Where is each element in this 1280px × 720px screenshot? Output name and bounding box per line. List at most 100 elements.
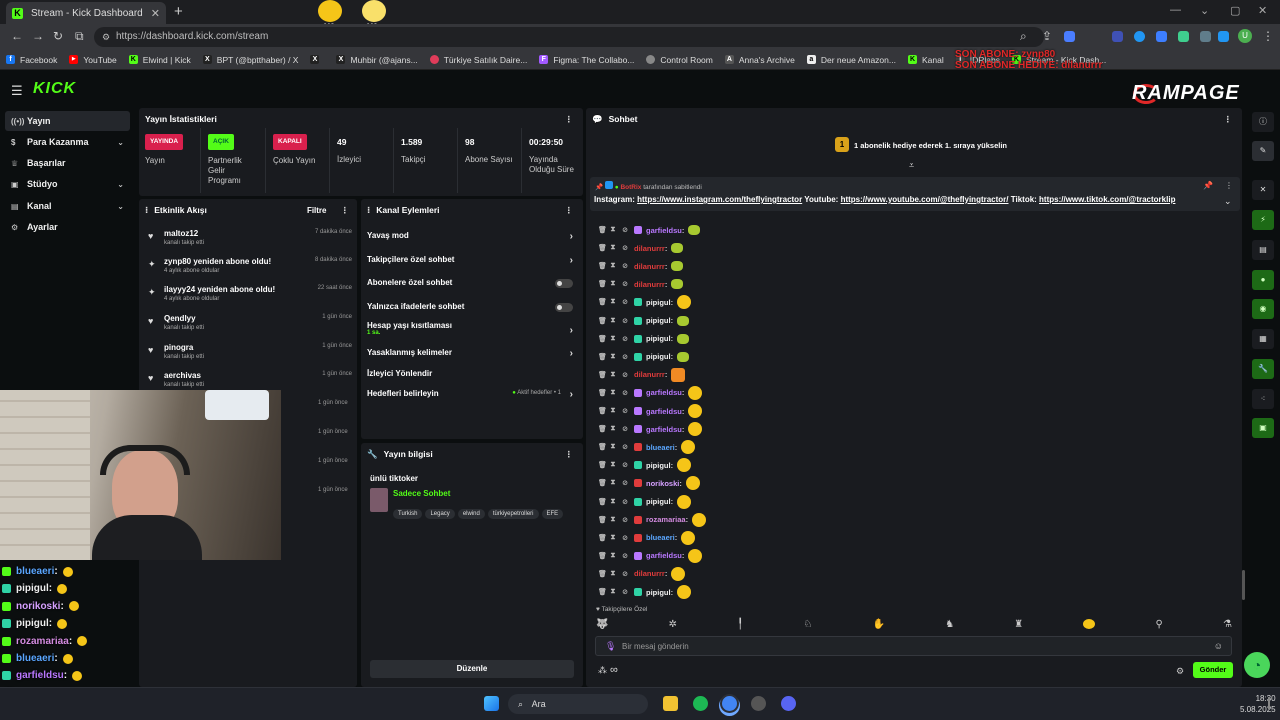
mod-delete-icon[interactable]: 🗑 — [598, 425, 607, 433]
bookmark-item[interactable]: a Der neue Amazon... — [806, 55, 896, 65]
mod-delete-icon[interactable]: 🗑 — [598, 389, 607, 397]
action-goals[interactable]: Hedefleri belirleyin ● Aktif hedefler • 1… — [367, 389, 577, 405]
gift-icon[interactable]: ⁂ — [598, 665, 607, 676]
mod-delete-icon[interactable]: 🗑 — [598, 371, 607, 379]
mod-delete-icon[interactable]: 🗑 — [598, 479, 607, 487]
chat-username[interactable]: pipigul — [646, 588, 671, 597]
timeout-icon[interactable]: ⧗ — [610, 498, 616, 506]
timeout-icon[interactable]: ⧗ — [610, 280, 616, 288]
spotify-icon[interactable] — [693, 696, 708, 711]
emote-icon[interactable] — [1083, 619, 1096, 629]
chat-username[interactable]: dilanurrr — [634, 370, 665, 379]
browser-tab[interactable]: K Stream - Kick Dashboard ✕ — [6, 2, 166, 24]
mod-delete-icon[interactable]: 🗑 — [598, 534, 607, 542]
mod-delete-icon[interactable]: 🗑 — [598, 588, 607, 596]
more-options-icon[interactable]: ⋮ — [341, 205, 350, 216]
chat-input[interactable]: 🎙 Bir mesaj gönderin ☺ — [595, 636, 1232, 656]
profile-avatar[interactable]: U — [1238, 29, 1252, 43]
chat-username[interactable]: garfieldsu — [646, 407, 682, 416]
ban-icon[interactable]: ⊘ — [622, 479, 628, 487]
ban-icon[interactable]: ⊘ — [622, 461, 628, 469]
sidebar-item-basarilar[interactable]: ♕ Başarılar — [5, 153, 130, 173]
clapper-icon[interactable]: ▣ — [1252, 418, 1274, 438]
obs-icon[interactable] — [751, 696, 766, 711]
ban-icon[interactable]: ⊘ — [622, 425, 628, 433]
emote-icon[interactable]: 🐺 — [596, 619, 608, 630]
broadcast-icon[interactable]: ◉ — [1252, 299, 1274, 319]
info-icon[interactable]: ⓘ — [1252, 112, 1274, 132]
ban-icon[interactable]: ⊘ — [622, 552, 628, 560]
infinity-icon[interactable]: ∞ — [610, 664, 618, 676]
windows-start-icon[interactable] — [484, 696, 499, 711]
emote-icon[interactable]: ♘ — [803, 619, 812, 630]
timeout-icon[interactable]: ⧗ — [610, 534, 616, 542]
ban-icon[interactable]: ⊘ — [622, 570, 628, 578]
timeout-icon[interactable]: ⧗ — [610, 443, 616, 451]
sidebar-item-para-kazanma[interactable]: $ Para Kazanma ⌄ — [5, 132, 130, 152]
youtube-link[interactable]: https://www.youtube.com/@theflyingtracto… — [841, 195, 1009, 204]
chat-username[interactable]: blueaeri — [646, 533, 675, 542]
gift-goal-text[interactable]: 1 abonelik hediye ederek 1. sıraya yükse… — [854, 141, 1007, 150]
bookmark-item[interactable]: A Anna's Archive — [724, 55, 795, 65]
category-label[interactable]: Sadece Sohbet — [393, 489, 450, 498]
chat-bubble-icon[interactable]: ● — [1252, 270, 1274, 290]
chat-username[interactable]: garfieldsu — [646, 551, 682, 560]
sidebar-item-yayin[interactable]: ((•)) Yayın — [5, 111, 130, 131]
file-explorer-icon[interactable] — [663, 696, 678, 711]
more-options-icon[interactable]: ⋮ — [565, 114, 574, 125]
system-clock[interactable]: 18:30 5.08.2025 — [1240, 693, 1276, 715]
action-banned-words[interactable]: Yasaklanmış kelimeler › — [367, 348, 577, 364]
sidebar-icon[interactable] — [1218, 31, 1229, 42]
mod-delete-icon[interactable]: 🗑 — [598, 335, 607, 343]
layout-icon[interactable]: ▦ — [1252, 329, 1274, 349]
tab-close-icon[interactable]: ✕ — [151, 7, 160, 20]
timeout-icon[interactable]: ⧗ — [610, 298, 616, 306]
ban-icon[interactable]: ⊘ — [622, 353, 628, 361]
chat-username[interactable]: garfieldsu — [646, 425, 682, 434]
close-icon[interactable]: ✕ — [1252, 180, 1274, 200]
back-icon[interactable]: ← — [11, 29, 23, 43]
mod-delete-icon[interactable]: 🗑 — [598, 498, 607, 506]
mod-delete-icon[interactable]: 🗑 — [598, 461, 607, 469]
reload-icon[interactable]: ↻ — [53, 29, 63, 43]
chat-username[interactable]: dilanurrr — [634, 262, 665, 271]
bookmark-item[interactable]: Control Room — [646, 55, 713, 65]
extension-icon[interactable] — [1134, 31, 1145, 42]
emote-only-toggle[interactable] — [555, 303, 573, 312]
tiktok-link[interactable]: https://www.tiktok.com/@tractorklip — [1039, 195, 1175, 204]
emote-icon[interactable]: ⚲ — [1155, 619, 1162, 630]
action-slow-mode[interactable]: Yavaş mod › — [367, 231, 577, 247]
taskbar-search[interactable]: ⌕ Ara — [508, 694, 648, 714]
ban-icon[interactable]: ⊘ — [622, 317, 628, 325]
more-options-icon[interactable]: ⋮ — [1225, 181, 1233, 190]
mod-delete-icon[interactable]: 🗑 — [598, 516, 607, 524]
bookmark-item[interactable]: X BPT (@bptthaber) / X — [202, 55, 298, 65]
chat-username[interactable]: pipigul — [646, 352, 671, 361]
mod-delete-icon[interactable]: 🗑 — [598, 407, 607, 415]
timeout-icon[interactable]: ⧗ — [610, 389, 616, 397]
collapse-icon[interactable]: ⩡ — [909, 160, 914, 171]
subscribers-only-toggle[interactable] — [555, 279, 573, 288]
kick-logo[interactable]: KICK — [33, 80, 76, 98]
unpin-icon[interactable]: 📌 — [1203, 181, 1213, 190]
emote-icon[interactable]: ✋ — [872, 619, 884, 630]
menu-icon[interactable]: ⋮ — [1262, 29, 1274, 43]
extension-icon[interactable] — [1112, 31, 1123, 42]
mod-delete-icon[interactable]: 🗑 — [598, 244, 607, 252]
timeout-icon[interactable]: ⧗ — [610, 317, 616, 325]
ban-icon[interactable]: ⊘ — [622, 244, 628, 252]
ban-icon[interactable]: ⊘ — [622, 498, 628, 506]
timeout-icon[interactable]: ⧗ — [610, 371, 616, 379]
ban-icon[interactable]: ⊘ — [622, 280, 628, 288]
timeout-icon[interactable]: ⧗ — [610, 262, 616, 270]
chat-username[interactable]: dilanurrr — [634, 569, 665, 578]
chevron-down-icon[interactable]: ⌄ — [1224, 196, 1232, 207]
ban-icon[interactable]: ⊘ — [622, 371, 628, 379]
chat-username[interactable]: pipigul — [646, 334, 671, 343]
sidebar-item-ayarlar[interactable]: ⚙ Ayarlar — [5, 217, 130, 237]
ban-icon[interactable]: ⊘ — [622, 407, 628, 415]
support-chat-icon[interactable]: ◔ — [1244, 652, 1270, 678]
timeout-icon[interactable]: ⧗ — [610, 425, 616, 433]
filter-button[interactable]: Filtre — [307, 206, 327, 215]
bookmark-item[interactable]: ▶ YouTube — [69, 55, 117, 65]
